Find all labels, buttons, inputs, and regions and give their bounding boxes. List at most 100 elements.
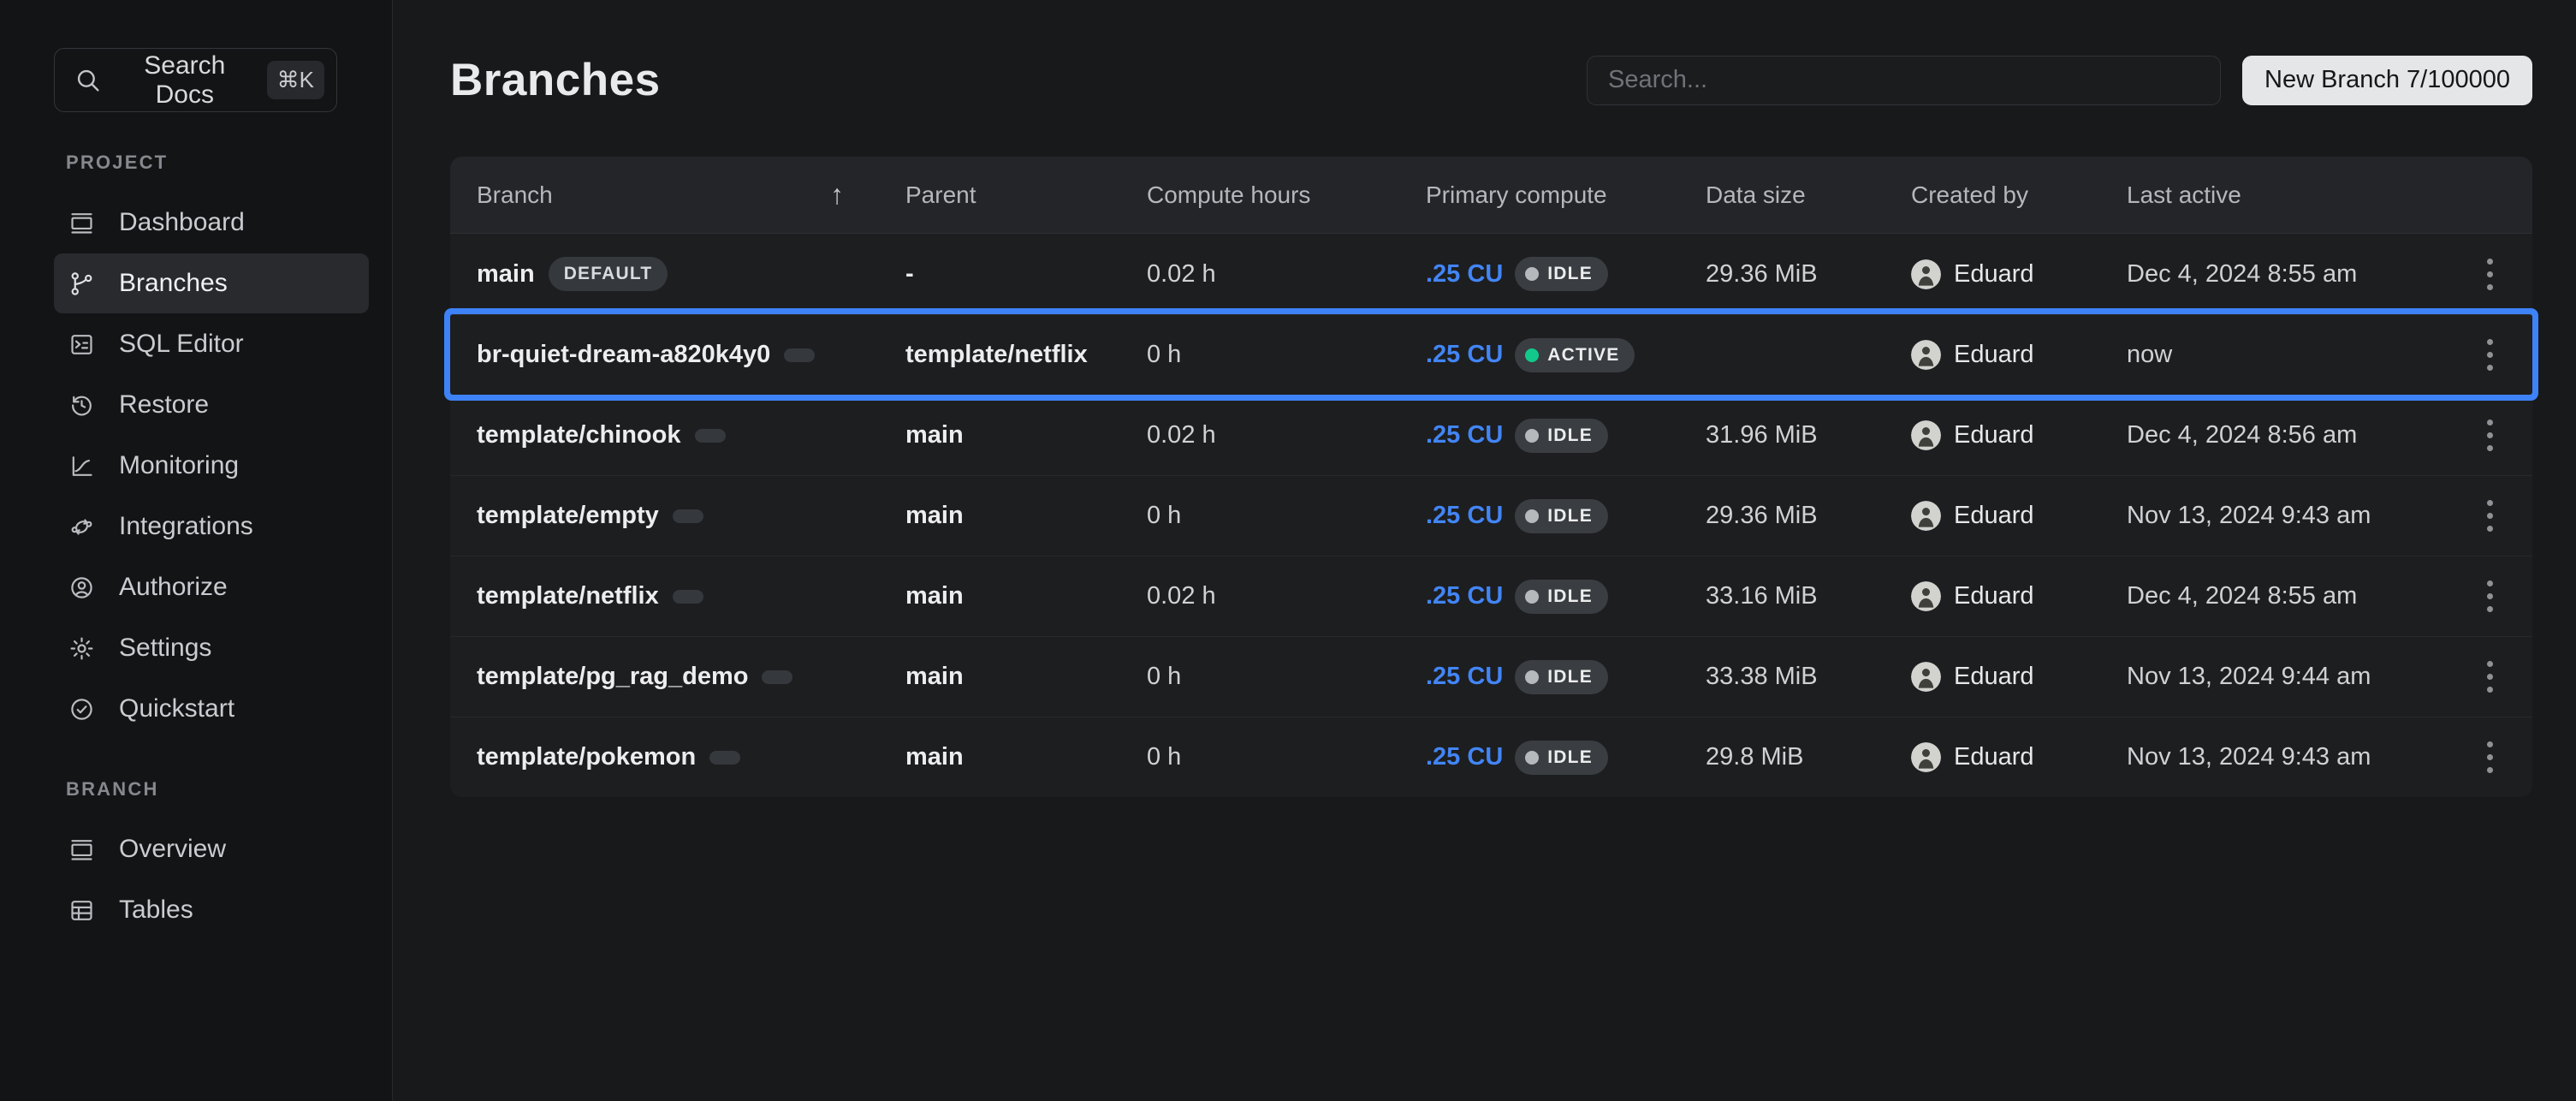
row-menu-button[interactable] [2478,411,2502,460]
default-badge [673,590,703,604]
compute-hours: 0 h [1147,743,1426,771]
avatar [1911,420,1941,450]
parent-branch: main [905,502,1147,530]
default-badge [673,509,703,523]
table-row[interactable]: template/chinook main 0.02 h .25 CU IDLE… [450,395,2532,475]
compute-units: .25 CU [1426,341,1503,369]
compute-units: .25 CU [1426,421,1503,449]
created-by: Eduard [1954,341,2034,369]
section-label-project: PROJECT [66,152,378,174]
table-row[interactable]: template/netflix main 0.02 h .25 CU IDLE… [450,556,2532,636]
column-header-label: Parent [905,182,976,208]
monitoring-icon [68,453,95,479]
table-row[interactable]: template/pg_rag_demo main 0 h .25 CU IDL… [450,636,2532,717]
status-label: IDLE [1547,586,1593,607]
row-menu-button[interactable] [2478,250,2502,299]
sidebar-item-monitoring[interactable]: Monitoring [54,436,369,496]
status-dot-icon [1525,267,1539,281]
row-menu-button[interactable] [2478,330,2502,379]
branches-icon [68,271,95,297]
row-menu-button[interactable] [2478,572,2502,621]
sidebar-item-authorize[interactable]: Authorize [54,557,369,617]
sidebar-item-tables[interactable]: Tables [54,880,369,940]
status-badge: IDLE [1515,419,1608,453]
status-label: IDLE [1547,506,1593,527]
status-dot-icon [1525,509,1539,523]
branch-name: template/empty [477,502,659,530]
row-menu-button[interactable] [2478,491,2502,540]
dashboard-icon [68,210,95,236]
branch-name: template/netflix [477,582,659,610]
compute-units: .25 CU [1426,502,1503,530]
table-row[interactable]: template/pokemon main 0 h .25 CU IDLE 29… [450,717,2532,797]
sidebar-item-overview[interactable]: Overview [54,819,369,879]
sidebar-item-label: Tables [119,896,193,925]
branches-table: Branch↑Parent Compute hours Primary comput… [450,157,2532,797]
avatar [1911,259,1941,289]
sidebar-item-label: Settings [119,634,211,663]
default-badge [762,670,792,684]
sidebar-item-settings[interactable]: Settings [54,618,369,678]
parent-branch: - [905,260,1147,289]
sidebar-item-branches[interactable]: Branches [54,253,369,313]
table-body: main DEFAULT - 0.02 h .25 CU IDLE 29.36 … [450,234,2532,797]
parent-branch: main [905,582,1147,610]
default-badge: DEFAULT [549,257,668,291]
table-row[interactable]: br-quiet-dream-a820k4y0 template/netflix… [450,314,2532,395]
last-active: Dec 4, 2024 8:55 am [2127,582,2448,610]
tables-icon [68,897,95,924]
search-input[interactable] [1587,56,2221,105]
row-menu-button[interactable] [2478,652,2502,701]
status-badge: IDLE [1515,580,1608,614]
status-dot-icon [1525,590,1539,604]
status-dot-icon [1525,429,1539,443]
quickstart-icon [68,696,95,723]
column-header-parent[interactable]: Parent [905,182,1147,209]
sidebar-item-label: Restore [119,390,209,420]
column-header-branch[interactable]: Branch↑ [450,179,905,211]
sidebar-item-dashboard[interactable]: Dashboard [54,193,369,253]
status-dot-icon [1525,670,1539,684]
last-active: Dec 4, 2024 8:56 am [2127,421,2448,449]
compute-hours: 0.02 h [1147,582,1426,610]
sidebar-item-integrations[interactable]: Integrations [54,497,369,556]
sidebar-item-restore[interactable]: Restore [54,375,369,435]
search-docs-shortcut: ⌘K [267,61,324,99]
column-header-last-active[interactable]: Last active [2127,182,2448,209]
column-header-data-size[interactable]: Data size [1706,182,1911,209]
sidebar-item-label: Branches [119,269,228,298]
branch-name: main [477,260,535,289]
column-header-primary-compute[interactable]: Primary compute [1426,182,1706,209]
column-header-created-by[interactable]: Created by [1911,182,2127,209]
compute-hours: 0.02 h [1147,421,1426,449]
sidebar-item-label: Monitoring [119,451,239,480]
last-active: now [2127,341,2448,369]
table-row[interactable]: template/empty main 0 h .25 CU IDLE 29.3… [450,475,2532,556]
created-by: Eduard [1954,663,2034,691]
sidebar-item-quickstart[interactable]: Quickstart [54,679,369,739]
column-header-label: Compute hours [1147,182,1310,208]
restore-icon [68,392,95,419]
compute-hours: 0.02 h [1147,260,1426,289]
data-size: 33.16 MiB [1706,582,1911,610]
created-by: Eduard [1954,743,2034,771]
sort-ascending-icon[interactable]: ↑ [830,179,905,211]
status-label: IDLE [1547,426,1593,446]
topbar: Branches New Branch 7/100000 [450,54,2532,106]
row-menu-button[interactable] [2478,733,2502,782]
search-docs-button[interactable]: Search Docs ⌘K [54,48,337,112]
integrations-icon [68,514,95,540]
column-header-compute-hours[interactable]: Compute hours [1147,182,1426,209]
compute-hours: 0 h [1147,663,1426,691]
branch-name: template/pg_rag_demo [477,663,748,691]
new-branch-button[interactable]: New Branch 7/100000 [2242,56,2532,105]
data-size: 33.38 MiB [1706,663,1911,691]
sidebar-item-sql-editor[interactable]: SQL Editor [54,314,369,374]
page-title: Branches [450,54,661,106]
parent-branch: main [905,743,1147,771]
sql-editor-icon [68,331,95,358]
sidebar-item-label: SQL Editor [119,330,244,359]
column-header-label: Data size [1706,182,1806,208]
avatar [1911,501,1941,531]
table-row[interactable]: main DEFAULT - 0.02 h .25 CU IDLE 29.36 … [450,234,2532,314]
